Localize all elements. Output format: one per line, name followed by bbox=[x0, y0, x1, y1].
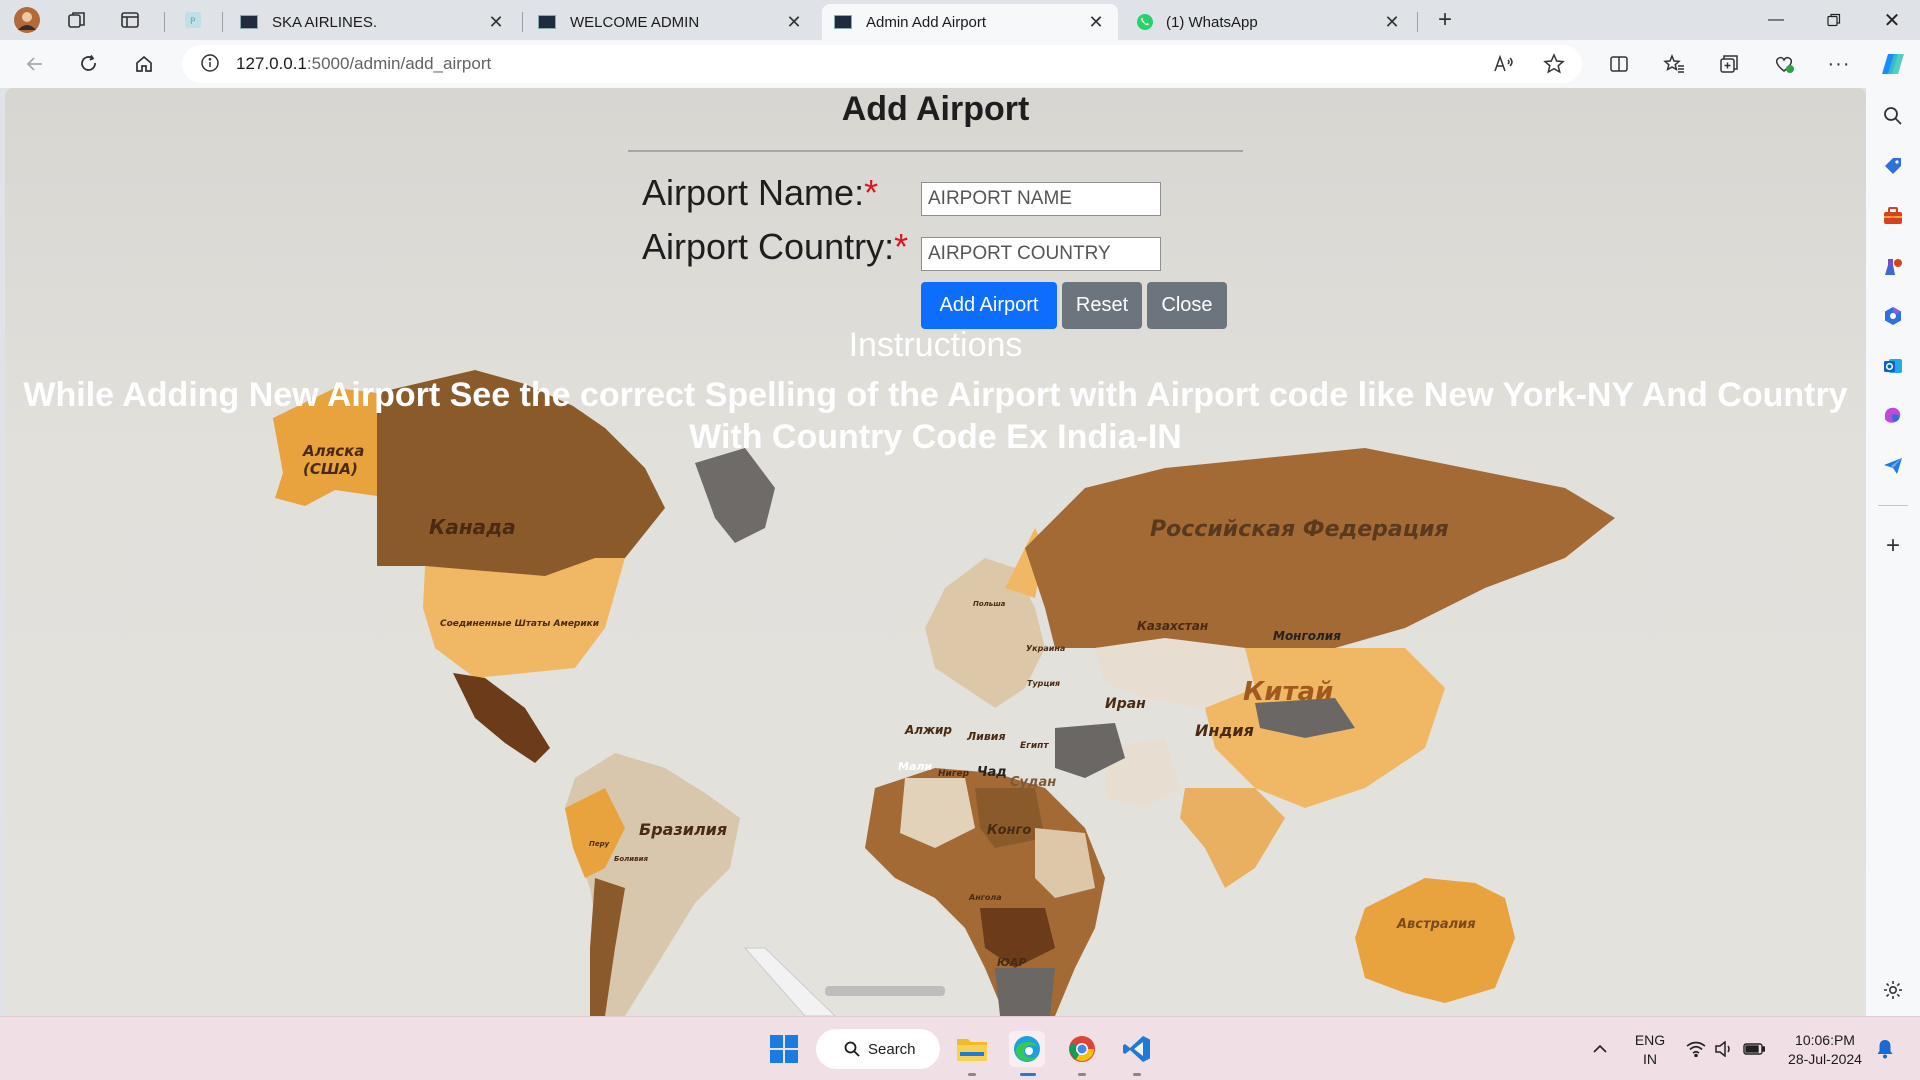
read-aloud-icon[interactable] bbox=[1487, 48, 1521, 80]
new-tab-button[interactable]: + bbox=[1430, 6, 1460, 34]
tab-separator bbox=[164, 12, 165, 32]
page-viewport: Аляска (США) Канада Соединенные Штаты Ам… bbox=[5, 88, 1866, 1016]
games-icon[interactable] bbox=[1881, 254, 1905, 278]
tools-icon[interactable] bbox=[1881, 204, 1905, 228]
tab-separator bbox=[1417, 12, 1418, 32]
microsoft-365-icon[interactable] bbox=[1881, 304, 1905, 328]
running-indicator bbox=[1078, 1073, 1086, 1076]
clock-date: 28-Jul-2024 bbox=[1788, 1051, 1862, 1067]
edge-browser-icon[interactable] bbox=[1009, 1031, 1045, 1067]
split-screen-icon[interactable] bbox=[1602, 48, 1636, 80]
pinned-tab-icon[interactable]: P bbox=[178, 6, 208, 34]
outlook-icon[interactable] bbox=[1881, 354, 1905, 378]
airport-name-label-text: Airport Name: bbox=[642, 172, 865, 213]
page-title: Add Airport bbox=[841, 90, 1030, 128]
tab-whatsapp[interactable]: (1) WhatsApp ✕ bbox=[1124, 4, 1414, 40]
add-sidebar-app-icon[interactable]: + bbox=[1881, 532, 1905, 559]
tab-title: SKA AIRLINES. bbox=[272, 13, 378, 31]
tab-actions-icon[interactable] bbox=[115, 6, 145, 34]
workspaces-icon[interactable] bbox=[62, 6, 92, 34]
close-icon[interactable]: ✕ bbox=[486, 12, 506, 33]
close-icon[interactable]: ✕ bbox=[1086, 12, 1106, 33]
tab-title: (1) WhatsApp bbox=[1166, 13, 1258, 31]
close-icon[interactable]: ✕ bbox=[1382, 12, 1402, 33]
site-info-icon[interactable] bbox=[200, 53, 222, 75]
tab-admin-add-airport[interactable]: Admin Add Airport ✕ bbox=[822, 4, 1118, 40]
svg-text:P: P bbox=[190, 17, 196, 27]
profile-avatar[interactable] bbox=[12, 6, 42, 34]
sidebar-divider bbox=[1878, 505, 1908, 506]
clock[interactable]: 10:06:PM 28-Jul-2024 bbox=[1780, 1031, 1870, 1069]
running-indicator bbox=[1133, 1073, 1141, 1076]
browser-essentials-icon[interactable] bbox=[1767, 48, 1801, 80]
airport-country-label: Airport Country:* bbox=[642, 226, 908, 268]
title-divider bbox=[628, 150, 1243, 152]
more-menu-icon[interactable]: ··· bbox=[1822, 48, 1856, 80]
chrome-icon[interactable] bbox=[1064, 1031, 1100, 1067]
instructions-text: While Adding New Airport See the correct… bbox=[23, 376, 1848, 456]
add-airport-page: Add Airport Airport Name:* Airport Count… bbox=[5, 88, 1866, 1016]
url-host: 127.0.0.1 bbox=[236, 54, 307, 73]
required-mark: * bbox=[864, 172, 879, 213]
active-indicator bbox=[1020, 1073, 1036, 1076]
language-region: IN bbox=[1643, 1051, 1657, 1067]
search-icon[interactable] bbox=[1881, 104, 1905, 128]
clock-time: 10:06:PM bbox=[1795, 1032, 1855, 1048]
tab-separator bbox=[222, 12, 223, 32]
file-explorer-icon[interactable] bbox=[954, 1031, 990, 1067]
tab-welcome-admin[interactable]: WELCOME ADMIN ✕ bbox=[526, 4, 816, 40]
windows-start-icon[interactable] bbox=[766, 1031, 802, 1067]
favorites-icon[interactable] bbox=[1657, 48, 1691, 80]
close-window-button[interactable]: ✕ bbox=[1864, 0, 1920, 40]
running-indicator bbox=[968, 1073, 976, 1076]
required-mark: * bbox=[894, 226, 909, 267]
battery-icon[interactable] bbox=[1736, 1031, 1772, 1067]
copilot-icon[interactable] bbox=[1876, 48, 1910, 80]
favorite-star-icon[interactable] bbox=[1537, 48, 1571, 80]
shopping-tag-icon[interactable] bbox=[1881, 154, 1905, 178]
add-airport-button[interactable]: Add Airport bbox=[921, 282, 1057, 329]
tab-separator bbox=[522, 12, 523, 32]
url-path: :5000/admin/add_airport bbox=[306, 54, 492, 73]
back-icon[interactable] bbox=[18, 48, 52, 80]
browser-toolbar: 127.0.0.1:5000/admin/add_airport ··· bbox=[0, 40, 1920, 88]
url-text: 127.0.0.1:5000/admin/add_airport bbox=[236, 54, 491, 74]
home-icon[interactable] bbox=[127, 48, 161, 80]
telegram-send-icon[interactable] bbox=[1881, 454, 1905, 478]
instructions-title: Instructions bbox=[848, 326, 1023, 364]
windows-taskbar: Search ENG IN 10:06:PM 28-Jul-2024 bbox=[0, 1016, 1920, 1080]
restore-button[interactable] bbox=[1806, 0, 1862, 40]
search-icon bbox=[844, 1041, 860, 1057]
taskbar-search-label: Search bbox=[868, 1040, 916, 1058]
tray-chevron-up-icon[interactable] bbox=[1582, 1031, 1618, 1067]
tab-title: Admin Add Airport bbox=[866, 13, 987, 31]
copilot-designer-icon[interactable] bbox=[1881, 404, 1905, 428]
tab-strip: P SKA AIRLINES. ✕ WELCOME ADMIN ✕ Admin … bbox=[0, 0, 1920, 40]
terminal-icon bbox=[834, 15, 852, 29]
tab-ska-airlines[interactable]: SKA AIRLINES. ✕ bbox=[228, 4, 518, 40]
airport-name-input[interactable] bbox=[921, 182, 1161, 216]
close-button[interactable]: Close bbox=[1147, 282, 1227, 329]
address-bar[interactable]: 127.0.0.1:5000/admin/add_airport bbox=[182, 45, 1582, 83]
notification-bell-icon[interactable] bbox=[1870, 1031, 1900, 1067]
taskbar-search[interactable]: Search bbox=[816, 1029, 940, 1069]
whatsapp-icon bbox=[1136, 13, 1154, 31]
sidebar-settings-icon[interactable] bbox=[1881, 978, 1905, 1002]
reset-button[interactable]: Reset bbox=[1062, 282, 1142, 329]
refresh-icon[interactable] bbox=[72, 48, 106, 80]
collections-icon[interactable] bbox=[1712, 48, 1746, 80]
terminal-icon bbox=[240, 15, 258, 29]
language-indicator[interactable]: ENG IN bbox=[1624, 1031, 1676, 1069]
close-icon[interactable]: ✕ bbox=[784, 12, 804, 33]
terminal-icon bbox=[538, 15, 556, 29]
airport-country-label-text: Airport Country: bbox=[642, 226, 895, 267]
minimize-button[interactable]: — bbox=[1748, 0, 1804, 40]
airport-name-label: Airport Name:* bbox=[642, 172, 878, 214]
vscode-icon[interactable] bbox=[1119, 1031, 1155, 1067]
edge-sidebar: + bbox=[1866, 88, 1920, 1016]
tab-title: WELCOME ADMIN bbox=[570, 13, 700, 31]
airport-country-input[interactable] bbox=[921, 237, 1161, 271]
language-code: ENG bbox=[1634, 1032, 1666, 1048]
